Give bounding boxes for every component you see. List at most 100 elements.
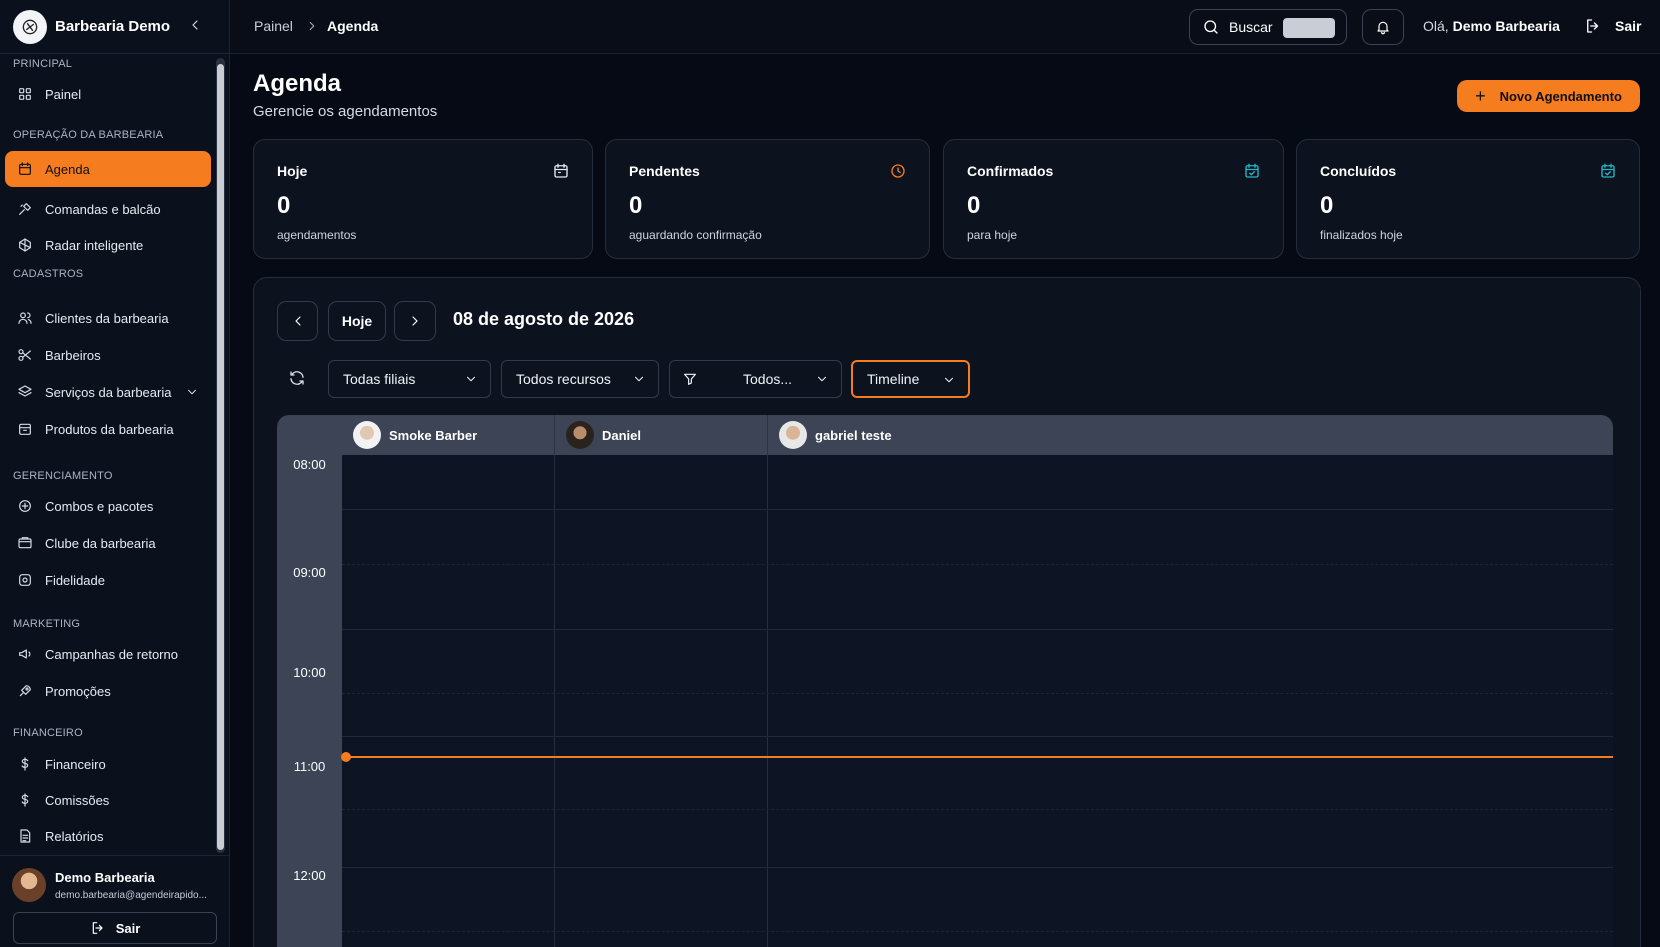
status-filter-value: Todos... [743,371,793,387]
hour-line [342,629,1613,630]
calendar-check-icon [1243,162,1261,180]
sidebar-item-clube[interactable]: Clube da barbearia [5,525,211,561]
sidebar-item-label: Relatórios [45,828,104,844]
users-icon [18,312,32,324]
sidebar-item-combos[interactable]: Combos e pacotes [5,488,211,524]
sidebar-scrollbar-thumb[interactable] [217,64,224,850]
resource-name: Daniel [602,427,642,443]
branch-select[interactable]: Todas filiais [328,360,491,398]
sidebar-item-comandas[interactable]: Comandas e balcão [5,191,211,227]
section-label-operacao: OPERAÇÃO DA BARBEARIA [13,129,164,141]
barbershop-logo-icon [13,9,47,44]
megaphone-icon [19,649,31,659]
resource-header-gabriel-teste[interactable]: gabriel teste [768,415,1613,455]
time-label: 12:00 [293,868,326,883]
breadcrumb-separator-icon [305,19,319,33]
sidebar-item-label: Fidelidade [45,572,105,588]
sidebar-item-promocoes[interactable]: Promoções [5,673,211,709]
sidebar-item-label: Financeiro [45,756,106,772]
search-shortcut-badge [1283,18,1335,38]
dollar-icon [21,793,29,807]
resource-select[interactable]: Todos recursos [501,360,659,398]
sidebar-item-comissoes[interactable]: Comissões [5,782,211,818]
resource-name: Smoke Barber [389,427,478,443]
resource-header-daniel[interactable]: Daniel [555,415,768,455]
timeline-grid: Smoke Barber Daniel gabriel teste 08:00 … [277,415,1613,947]
time-label: 08:00 [293,457,326,472]
breadcrumb-painel[interactable]: Painel [254,18,293,34]
greeting: Olá, Demo Barbearia [1423,18,1560,34]
plus-icon: + [1475,86,1486,106]
logout-icon [92,922,103,934]
sidebar-logout-button[interactable]: Sair [13,912,217,944]
sidebar-item-servicos[interactable]: Serviços da barbearia [5,374,211,410]
chevron-down-icon [942,373,956,387]
topbar-logout-button[interactable]: Sair [1584,17,1641,35]
sidebar-item-agenda[interactable]: Agenda [5,151,211,187]
collapse-sidebar-button[interactable] [187,17,203,33]
new-appointment-label: Novo Agendamento [1499,88,1622,104]
chevron-right-icon [412,316,418,326]
today-button[interactable]: Hoje [328,301,386,341]
stat-value: 0 [277,192,291,219]
sidebar-item-financeiro[interactable]: Financeiro [5,746,211,782]
logout-label: Sair [1615,18,1642,34]
stat-card-pendentes: Pendentes 0 aguardando confirmação [605,139,930,259]
dollar-icon [21,757,29,771]
hour-line [342,867,1613,868]
sidebar-item-label: Radar inteligente [45,237,144,253]
sidebar-item-painel[interactable]: Painel [5,76,211,112]
stat-card-confirmados: Confirmados 0 para hoje [943,139,1284,259]
column-divider [767,455,768,947]
stat-value: 0 [629,192,643,219]
user-name: Demo Barbearia [55,870,155,885]
stat-subtitle: agendamentos [277,228,357,242]
sidebar-item-label: Comandas e balcão [45,201,161,217]
current-time-indicator [345,756,1613,758]
box-icon [19,423,31,435]
section-label-marketing: MARKETING [13,618,81,630]
today-label: Hoje [341,313,373,329]
resource-name: gabriel teste [815,427,892,443]
next-day-button[interactable] [394,301,436,341]
sidebar-item-barbeiros[interactable]: Barbeiros [5,337,211,373]
previous-day-button[interactable] [277,301,318,341]
status-filter-select[interactable]: Todos... [669,360,842,398]
wallet-icon [18,537,32,549]
sidebar-item-label: Promoções [45,683,111,699]
stat-subtitle: finalizados hoje [1320,228,1403,242]
grid-icon [19,88,31,100]
badge-icon [19,574,31,586]
section-label-gerenciamento: GERENCIAMENTO [13,470,113,482]
stat-subtitle: aguardando confirmação [629,228,762,242]
new-appointment-button[interactable]: + Novo Agendamento [1457,80,1640,112]
sidebar-item-label: Produtos da barbearia [45,421,174,437]
view-select[interactable]: Timeline [851,360,970,398]
refresh-button[interactable] [288,369,306,387]
avatar [779,421,807,449]
half-hour-line [342,809,1613,810]
sidebar-item-relatorios[interactable]: Relatórios [5,818,211,854]
chevron-left-icon [192,20,198,30]
half-hour-line [342,693,1613,694]
chevron-down-icon [815,372,829,386]
sidebar-item-campanhas[interactable]: Campanhas de retorno [5,636,211,672]
notifications-button[interactable] [1362,9,1404,45]
calendar-check-icon [1599,162,1617,180]
avatar [12,868,46,902]
column-divider [554,455,555,947]
sidebar-item-label: Barbeiros [45,347,101,363]
greeting-prefix: Olá, [1423,18,1449,34]
sidebar-item-radar[interactable]: Radar inteligente [5,227,211,263]
refresh-icon [290,371,304,385]
resource-header-smoke-barber[interactable]: Smoke Barber [342,415,555,455]
sidebar-item-fidelidade[interactable]: Fidelidade [5,562,211,598]
calendar-icon [19,162,31,175]
brand-name: Barbearia Demo [55,18,171,35]
sidebar-item-label: Combos e pacotes [45,498,154,514]
sidebar-item-clientes[interactable]: Clientes da barbearia [5,300,211,336]
hour-line [342,509,1613,510]
chevron-left-icon [294,316,301,326]
search-button[interactable]: Buscar [1189,9,1347,45]
sidebar-item-produtos[interactable]: Produtos da barbearia [5,411,211,447]
